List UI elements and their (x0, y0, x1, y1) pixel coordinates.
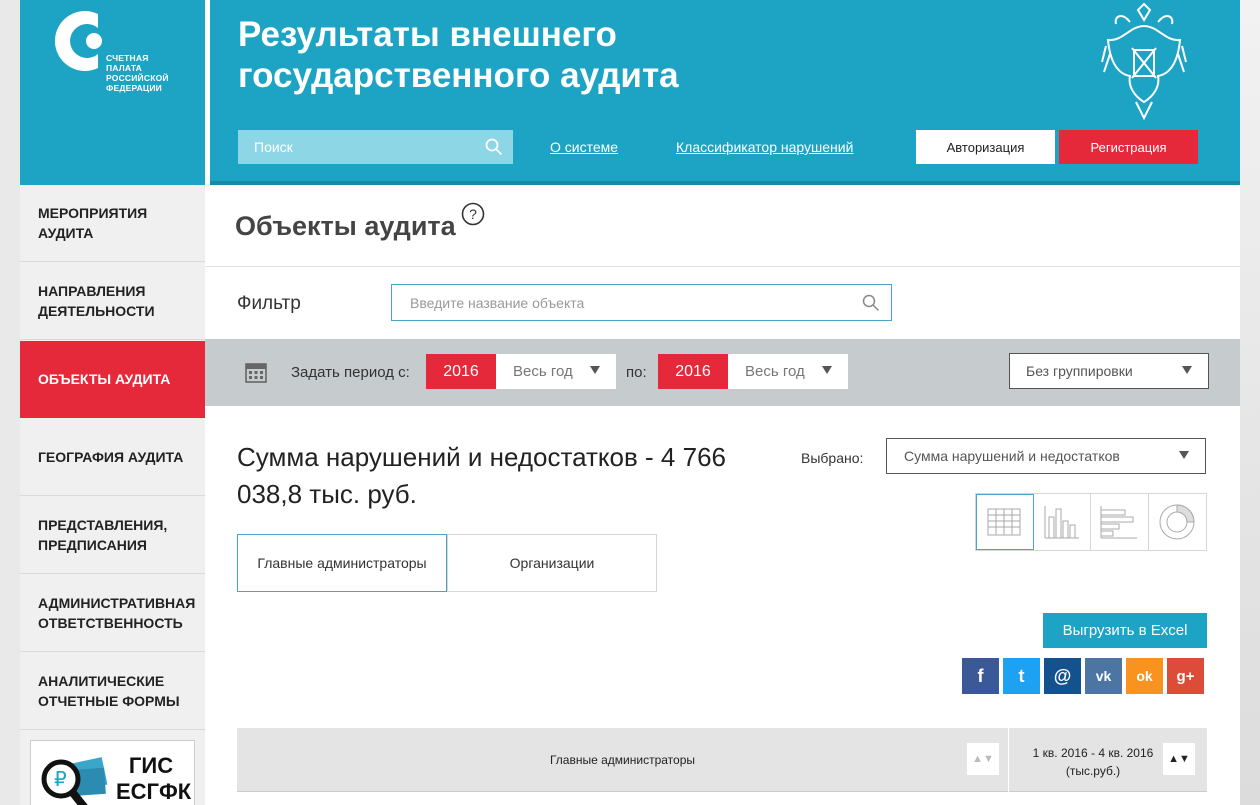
logo[interactable]: СЧЕТНАЯ ПАЛАТА РОССИЙСКОЙ ФЕДЕРАЦИИ (20, 0, 205, 185)
sidebar-item-audit-objects[interactable]: Объекты аудита (20, 341, 205, 418)
search-icon[interactable] (862, 294, 880, 312)
filter-box[interactable] (391, 284, 892, 321)
calendar-icon[interactable] (245, 361, 267, 383)
auth-button[interactable]: Авторизация (916, 130, 1055, 164)
horizontal-chart-button[interactable] (1091, 494, 1149, 550)
page-header: Объекты аудита ? (205, 189, 1240, 267)
sidebar-item-administrative[interactable]: Административная ответственность (20, 575, 205, 652)
sidebar-item-audit-events[interactable]: Мероприятия аудита (20, 185, 205, 262)
vk-icon: vk (1095, 668, 1112, 684)
period-label: Задать период с: (291, 364, 410, 381)
filter-input[interactable] (392, 285, 852, 320)
odnoklassniki-icon: ok (1136, 668, 1153, 684)
sort-administrators-button[interactable]: ▲▼ (967, 743, 999, 775)
filter-label: Фильтр (237, 293, 301, 314)
chevron-down-icon (1179, 451, 1189, 459)
to-range-select[interactable]: Весь год (728, 354, 848, 389)
browser-scroll-strip (1240, 0, 1260, 805)
twitter-icon: t (1018, 665, 1025, 686)
sidebar-item-directions[interactable]: Направления деятельности (20, 263, 205, 340)
table-view-button[interactable] (976, 494, 1034, 550)
chevron-down-icon (1182, 366, 1192, 374)
page-frame: СЧЕТНАЯ ПАЛАТА РОССИЙСКОЙ ФЕДЕРАЦИИ Резу… (20, 0, 1240, 805)
google-plus-icon: g+ (1176, 667, 1195, 685)
help-icon[interactable]: ? (461, 202, 485, 226)
from-year-select[interactable]: 2016 (426, 354, 496, 389)
column-period-label: 1 кв. 2016 - 4 кв. 2016 (1032, 746, 1154, 760)
svg-text:₽: ₽ (54, 767, 67, 791)
page-title: Объекты аудита (235, 211, 456, 241)
odnoklassniki-share-button[interactable]: ok (1126, 658, 1163, 694)
twitter-share-button[interactable]: t (1003, 658, 1040, 694)
horizontal-bar-icon (1100, 506, 1138, 539)
to-year-select[interactable]: 2016 (658, 354, 728, 389)
from-range-value: Весь год (513, 363, 573, 380)
pie-chart-button[interactable] (1149, 494, 1207, 550)
sidebar-item-representations[interactable]: Представления, предписания (20, 497, 205, 574)
sidebar-item-geography[interactable]: География аудита (20, 419, 205, 496)
chosen-label: Выбрано: (801, 450, 864, 466)
main-content: Объекты аудита ? Фильтр Введите название… (205, 189, 1240, 805)
metric-select[interactable]: Сумма нарушений и недостатков (886, 438, 1206, 474)
sidebar: Мероприятия аудита Направления деятельно… (20, 185, 205, 805)
sort-period-button[interactable]: ▲▼ (1163, 743, 1195, 775)
sort-icon: ▲▼ (972, 753, 994, 765)
search-icon[interactable] (485, 138, 503, 156)
column-chart-button[interactable] (1034, 494, 1091, 550)
tab-organizations[interactable]: Организации (447, 534, 657, 592)
chevron-down-icon (590, 366, 600, 374)
header: Результаты внешнего государственного ауд… (210, 0, 1240, 185)
to-range-value: Весь год (745, 363, 805, 380)
from-range-select[interactable]: Весь год (496, 354, 616, 389)
view-switcher (975, 493, 1207, 551)
metric-value: Сумма нарушений и недостатков (904, 448, 1120, 464)
coat-of-arms-icon (1101, 2, 1187, 121)
magnifier-ruble-icon: ₽ (41, 757, 108, 805)
classifier-link[interactable]: Классификатор нарушений (676, 139, 853, 155)
grouping-select[interactable]: Без группировки (1009, 353, 1209, 389)
register-button[interactable]: Регистрация (1059, 130, 1198, 164)
gis-banner[interactable]: ₽ ГИС ЕСГФК (30, 740, 195, 805)
gis-label: ГИС ЕСГФК (116, 753, 192, 804)
logo-mark-icon (54, 10, 102, 72)
filter-row: Фильтр (205, 267, 1240, 339)
tab-main-administrators[interactable]: Главные администраторы (237, 534, 447, 592)
vk-share-button[interactable]: vk (1085, 658, 1122, 694)
svg-text:?: ? (469, 206, 477, 222)
to-label: по: (626, 364, 647, 381)
column-unit-label: (тыс.руб.) (1065, 764, 1121, 778)
chevron-down-icon (822, 366, 832, 374)
period-bar: Задать период с: 2016 Весь год по: 2016 … (205, 339, 1240, 406)
facebook-icon: f (977, 665, 984, 686)
search-box[interactable] (238, 130, 513, 164)
bar-chart-icon (1044, 506, 1079, 539)
about-link[interactable]: О системе (550, 139, 618, 155)
donut-chart-icon (1159, 504, 1195, 540)
sidebar-item-analytics[interactable]: Аналитические отчетные формы (20, 653, 205, 730)
column-header-administrators: Главные администраторы (237, 728, 1009, 792)
google-plus-share-button[interactable]: g+ (1167, 658, 1204, 694)
export-excel-button[interactable]: Выгрузить в Excel (1043, 613, 1207, 648)
table-header: Главные администраторы ▲▼ 1 кв. 2016 - 4… (237, 728, 1207, 792)
mail-icon: @ (1053, 665, 1072, 686)
logo-text: СЧЕТНАЯ ПАЛАТА РОССИЙСКОЙ ФЕДЕРАЦИИ (106, 53, 169, 93)
facebook-share-button[interactable]: f (962, 658, 999, 694)
search-input[interactable] (238, 130, 478, 164)
table-icon (987, 508, 1021, 536)
sum-title: Сумма нарушений и недостатков - 4 766 03… (237, 442, 726, 509)
sort-icon: ▲▼ (1168, 753, 1190, 765)
column-header-administrators-label: Главные администраторы (549, 753, 695, 767)
site-title: Результаты внешнего государственного ауд… (238, 15, 679, 95)
mail-share-button[interactable]: @ (1044, 658, 1081, 694)
grouping-value: Без группировки (1026, 363, 1133, 379)
